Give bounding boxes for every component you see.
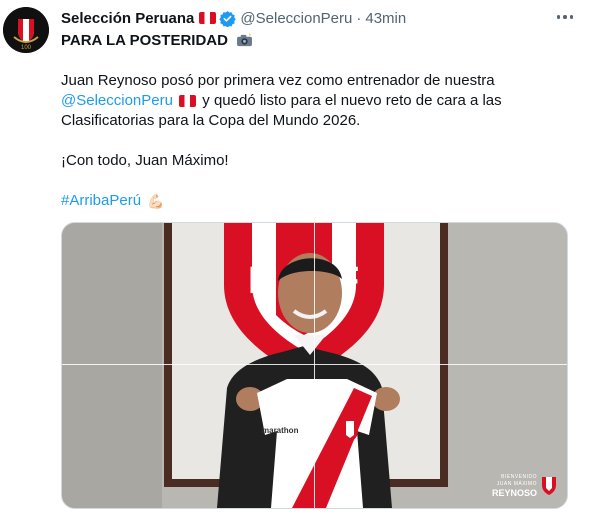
seleccion-logo-icon: 100 [3,7,49,53]
separator-dot: · [356,9,362,27]
jersey-sponsor: marathon [262,426,299,435]
tweet: 100 Selección Peruana @SeleccionPeru · 4… [0,0,596,515]
svg-text:100: 100 [21,45,32,51]
badge-line-2: JUAN MÁXIMO [496,481,537,487]
peru-flag-icon [179,95,197,108]
grid-line-vertical [314,223,315,508]
tweet-header: Selección Peruana @SeleccionPeru · 43min [61,8,556,28]
welcome-badge: BIENVENIDO JUAN MÁXIMO REYNOSO [492,474,557,498]
grid-line-horizontal [62,364,567,365]
tweet-photo[interactable]: F F marathon BIENVENIDO JUAN MÁXIMO REYN… [61,222,568,509]
hashtag-link[interactable]: #ArribaPerú [61,192,141,209]
avatar[interactable]: 100 [3,7,49,53]
flexed-biceps-icon: 💪🏻 [147,193,165,209]
tweet-paragraph-2: ¡Con todo, Juan Máximo! [61,152,229,169]
camera-flash-icon [237,33,253,47]
author-handle[interactable]: @SeleccionPeru [240,10,352,27]
tweet-text: PARA LA POSTERIDAD Juan Reynoso posó por… [61,31,571,211]
more-options-icon[interactable] [554,9,576,25]
tweet-paragraph-1: Juan Reynoso posó por primera vez como e… [61,72,495,89]
badge-line-1: BIENVENIDO [501,474,537,480]
tweet-headline: PARA LA POSTERIDAD [61,32,228,49]
mention-link[interactable]: @SeleccionPeru [61,92,173,109]
badge-line-3: REYNOSO [491,488,537,498]
tweet-timestamp[interactable]: 43min [365,10,406,27]
crest-letter-left: F [248,260,271,302]
fpf-crest-icon [542,477,556,495]
verified-badge-icon [219,10,237,27]
author-name[interactable]: Selección Peruana [61,10,194,27]
peru-flag-icon [199,12,217,24]
